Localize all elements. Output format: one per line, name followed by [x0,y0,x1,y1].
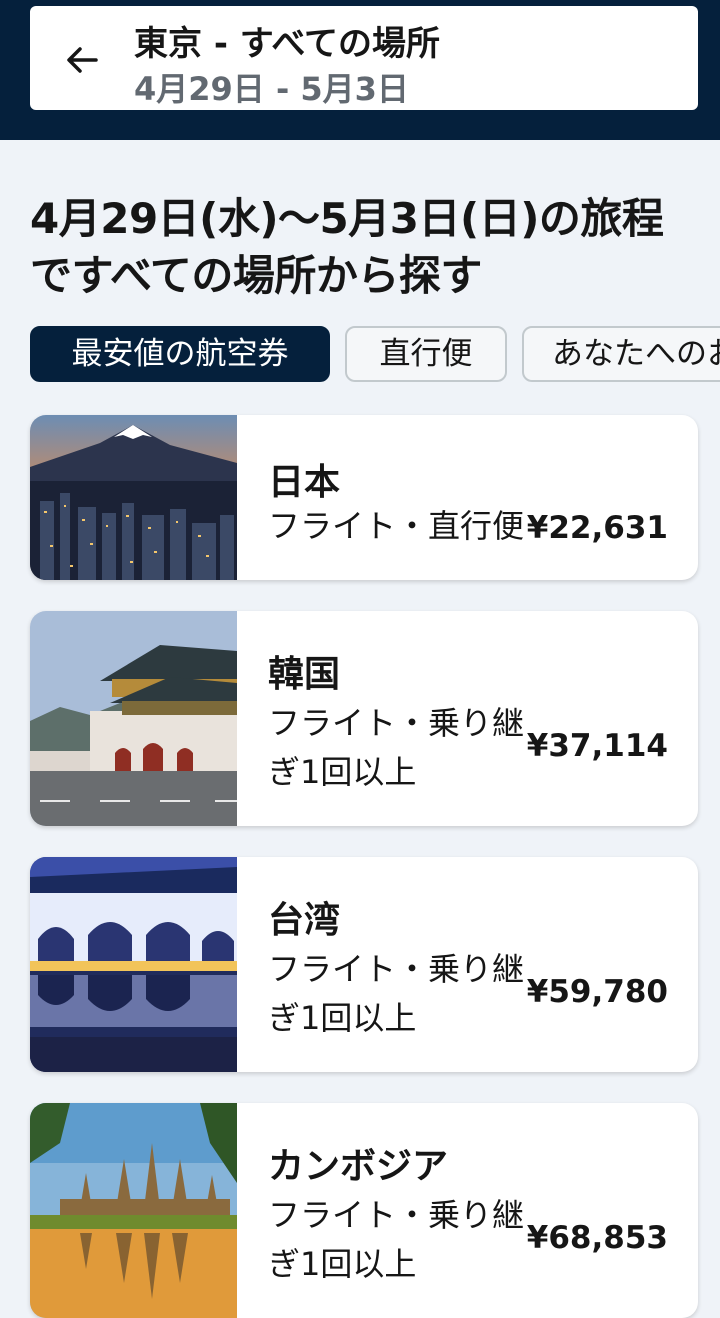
filter-chips: 最安値の航空券 直行便 あなたへのおすすめ [30,326,720,386]
arrow-left-icon[interactable] [62,40,102,80]
route-title: 東京 - すべての場所 [134,24,441,64]
top-bar: 東京 - すべての場所 4月29日 - 5月3日 [0,0,720,140]
destination-card-korea[interactable]: 韓国 フライト・乗り継ぎ1回以上 ¥37,114 [30,611,698,826]
destination-card-cambodia[interactable]: カンボジア フライト・乗り継ぎ1回以上 ¥68,853 [30,1103,698,1318]
country-name: 台湾 [268,900,341,941]
search-summary-box[interactable]: 東京 - すべての場所 4月29日 - 5月3日 [30,6,698,110]
price: ¥68,853 [526,1220,668,1256]
price: ¥37,114 [526,728,668,764]
country-name: 韓国 [268,654,341,695]
country-name: カンボジア [268,1146,449,1187]
page-heading: 4月29日(水)〜5月3日(日)の旅程ですべての場所から探す [30,194,664,300]
flight-detail: フライト・直行便 [268,507,525,545]
destination-image [30,415,237,580]
travel-dates: 4月29日 - 5月3日 [134,70,409,108]
chip-cheapest-flights[interactable]: 最安値の航空券 [30,326,330,382]
price: ¥22,631 [526,510,668,546]
flight-detail: フライト・乗り継ぎ1回以上 [268,1196,525,1283]
chip-direct-flights[interactable]: 直行便 [345,326,507,382]
destination-image [30,1103,237,1318]
destination-image [30,857,237,1072]
country-name: 日本 [268,462,341,503]
flight-detail: フライト・乗り継ぎ1回以上 [268,704,525,791]
destination-card-taiwan[interactable]: 台湾 フライト・乗り継ぎ1回以上 ¥59,780 [30,857,698,1072]
chip-recommended[interactable]: あなたへのおすすめ [522,326,720,382]
destination-card-japan[interactable]: 日本 フライト・直行便 ¥22,631 [30,415,698,580]
price: ¥59,780 [526,974,668,1010]
destination-image [30,611,237,826]
flight-detail: フライト・乗り継ぎ1回以上 [268,950,525,1037]
